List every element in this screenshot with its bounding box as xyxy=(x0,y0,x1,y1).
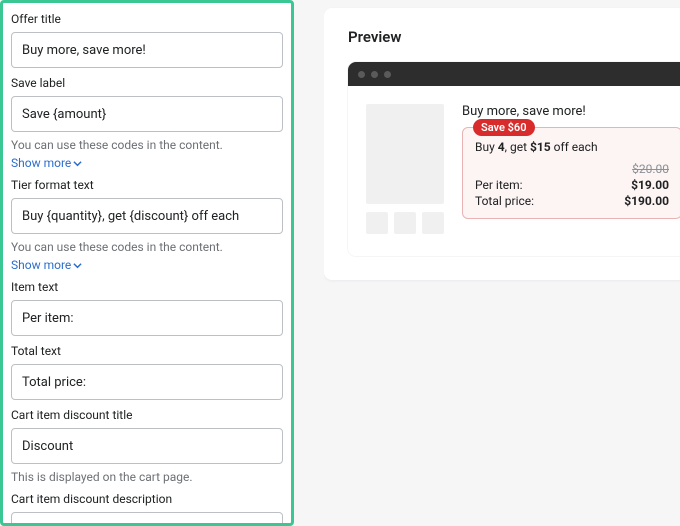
preview-panel: Preview xyxy=(324,0,680,526)
cart-desc-input[interactable]: A discount of {amount} has been applied. xyxy=(11,512,283,526)
save-label-value: Save {amount} xyxy=(22,107,106,122)
window-dot-icon xyxy=(384,71,391,78)
save-label-show-more[interactable]: Show more xyxy=(11,156,82,170)
tier-qty: 4 xyxy=(498,140,505,154)
offer-title-label: Offer title xyxy=(11,12,283,26)
tier-suffix: off each xyxy=(551,140,598,154)
total-value: $190.00 xyxy=(624,194,669,208)
product-thumb xyxy=(366,212,388,234)
cart-title-value: Discount xyxy=(22,439,73,454)
save-badge: Save $60 xyxy=(473,119,535,136)
tier-format-show-more[interactable]: Show more xyxy=(11,258,82,272)
product-images xyxy=(366,104,444,234)
translations-panel: Offer title Buy more, save more! Save la… xyxy=(0,0,294,526)
show-more-text-2: Show more xyxy=(11,258,71,272)
tier-format-label: Tier format text xyxy=(11,178,283,192)
tier-mid: , get xyxy=(505,140,530,154)
item-text-value: Per item: xyxy=(22,311,74,326)
tier-format-value: Buy {quantity}, get {discount} off each xyxy=(22,209,239,224)
tier-line: Buy 4, get $15 off each xyxy=(475,140,669,154)
total-text-value: Total price: xyxy=(22,375,86,390)
per-item-label: Per item: xyxy=(475,178,523,192)
product-thumb xyxy=(422,212,444,234)
cart-title-label: Cart item discount title xyxy=(11,408,283,422)
offer-box: Save $60 Buy 4, get $15 off each $20.00 … xyxy=(462,127,680,219)
tier-prefix: Buy xyxy=(475,140,498,154)
show-more-text: Show more xyxy=(11,156,71,170)
offer-title-input[interactable]: Buy more, save more! xyxy=(11,32,283,68)
cart-title-help: This is displayed on the cart page. xyxy=(11,470,193,484)
browser-titlebar xyxy=(348,62,680,86)
cart-title-input[interactable]: Discount xyxy=(11,428,283,464)
preview-heading: Preview xyxy=(324,28,680,62)
total-text-input[interactable]: Total price: xyxy=(11,364,283,400)
window-dot-icon xyxy=(358,71,365,78)
product-main-image xyxy=(366,104,444,204)
chevron-down-icon xyxy=(73,261,82,270)
window-dot-icon xyxy=(371,71,378,78)
tier-disc: $15 xyxy=(530,140,551,154)
save-label-input[interactable]: Save {amount} xyxy=(11,96,283,132)
cart-desc-value: A discount of {amount} has been applied. xyxy=(22,523,260,526)
total-label: Total price: xyxy=(475,194,534,208)
per-item-value: $19.00 xyxy=(631,178,669,192)
was-price: $20.00 xyxy=(632,162,669,176)
item-text-input[interactable]: Per item: xyxy=(11,300,283,336)
offer-title-value: Buy more, save more! xyxy=(22,43,146,58)
preview-browser: Buy more, save more! Save $60 Buy 4, get… xyxy=(348,62,680,256)
product-thumb xyxy=(394,212,416,234)
preview-product-title: Buy more, save more! xyxy=(462,104,680,119)
tier-format-input[interactable]: Buy {quantity}, get {discount} off each xyxy=(11,198,283,234)
item-text-label: Item text xyxy=(11,280,283,294)
save-label-help: You can use these codes in the content. xyxy=(11,138,223,152)
save-label-label: Save label xyxy=(11,76,283,90)
cart-desc-label: Cart item discount description xyxy=(11,492,283,506)
total-text-label: Total text xyxy=(11,344,283,358)
chevron-down-icon xyxy=(73,159,82,168)
tier-format-help: You can use these codes in the content. xyxy=(11,240,223,254)
